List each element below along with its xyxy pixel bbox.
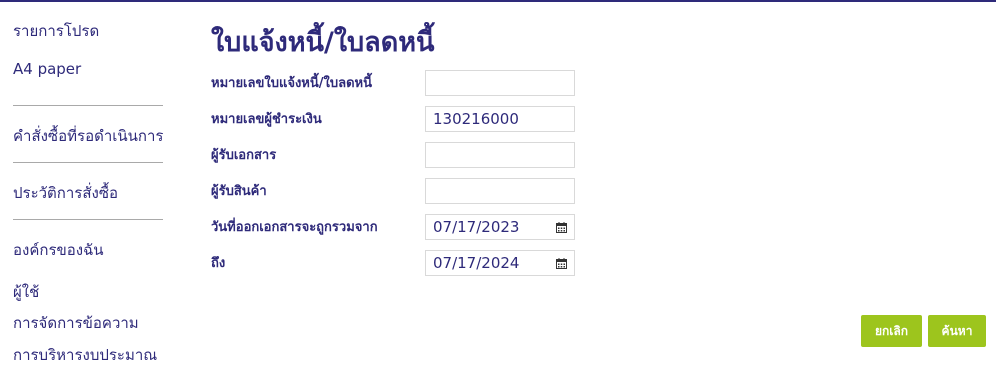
date-from-label: วันที่ออกเอกสารจะถูกรวมจาก — [211, 220, 378, 235]
goods-recipient-input[interactable] — [425, 178, 575, 204]
sidebar-item-a4-paper[interactable]: A4 paper — [13, 60, 81, 78]
date-to-label: ถึง — [211, 256, 226, 271]
invoice-number-label: หมายเลขใบแจ้งหนี้/ใบลดหนี้ — [211, 76, 372, 91]
sidebar-item-message-management[interactable]: การจัดการข้อความ — [13, 311, 139, 335]
date-from-input[interactable]: 07/17/2023 — [425, 214, 575, 240]
calendar-icon[interactable] — [556, 258, 567, 269]
goods-recipient-label: ผู้รับสินค้า — [211, 184, 267, 199]
top-border — [0, 0, 996, 2]
document-recipient-input[interactable] — [425, 142, 575, 168]
cancel-button[interactable]: ยกเลิก — [861, 315, 922, 347]
date-to-value: 07/17/2024 — [433, 254, 520, 272]
date-from-value: 07/17/2023 — [433, 218, 520, 236]
sidebar-divider — [13, 105, 163, 106]
payer-number-input[interactable] — [425, 106, 575, 132]
search-button[interactable]: ค้นหา — [928, 315, 986, 347]
invoice-number-input[interactable] — [425, 70, 575, 96]
calendar-icon[interactable] — [556, 222, 567, 233]
date-to-input[interactable]: 07/17/2024 — [425, 250, 575, 276]
sidebar-item-order-history[interactable]: ประวัติการสั่งซื้อ — [13, 181, 118, 205]
sidebar-item-my-organization[interactable]: องค์กรของฉัน — [13, 238, 104, 262]
document-recipient-label: ผู้รับเอกสาร — [211, 148, 277, 163]
sidebar-item-favorites[interactable]: รายการโปรด — [13, 19, 99, 43]
sidebar-item-pending-orders[interactable]: คำสั่งซื้อที่รอดำเนินการ — [13, 124, 163, 148]
sidebar-item-budget-management[interactable]: การบริหารงบประมาณ — [13, 343, 157, 367]
payer-number-label: หมายเลขผู้ชำระเงิน — [211, 112, 322, 127]
sidebar-divider — [13, 162, 163, 163]
sidebar-divider — [13, 219, 163, 220]
sidebar-item-users[interactable]: ผู้ใช้ — [13, 280, 39, 304]
page-title: ใบแจ้งหนี้/ใบลดหนี้ — [211, 27, 435, 58]
